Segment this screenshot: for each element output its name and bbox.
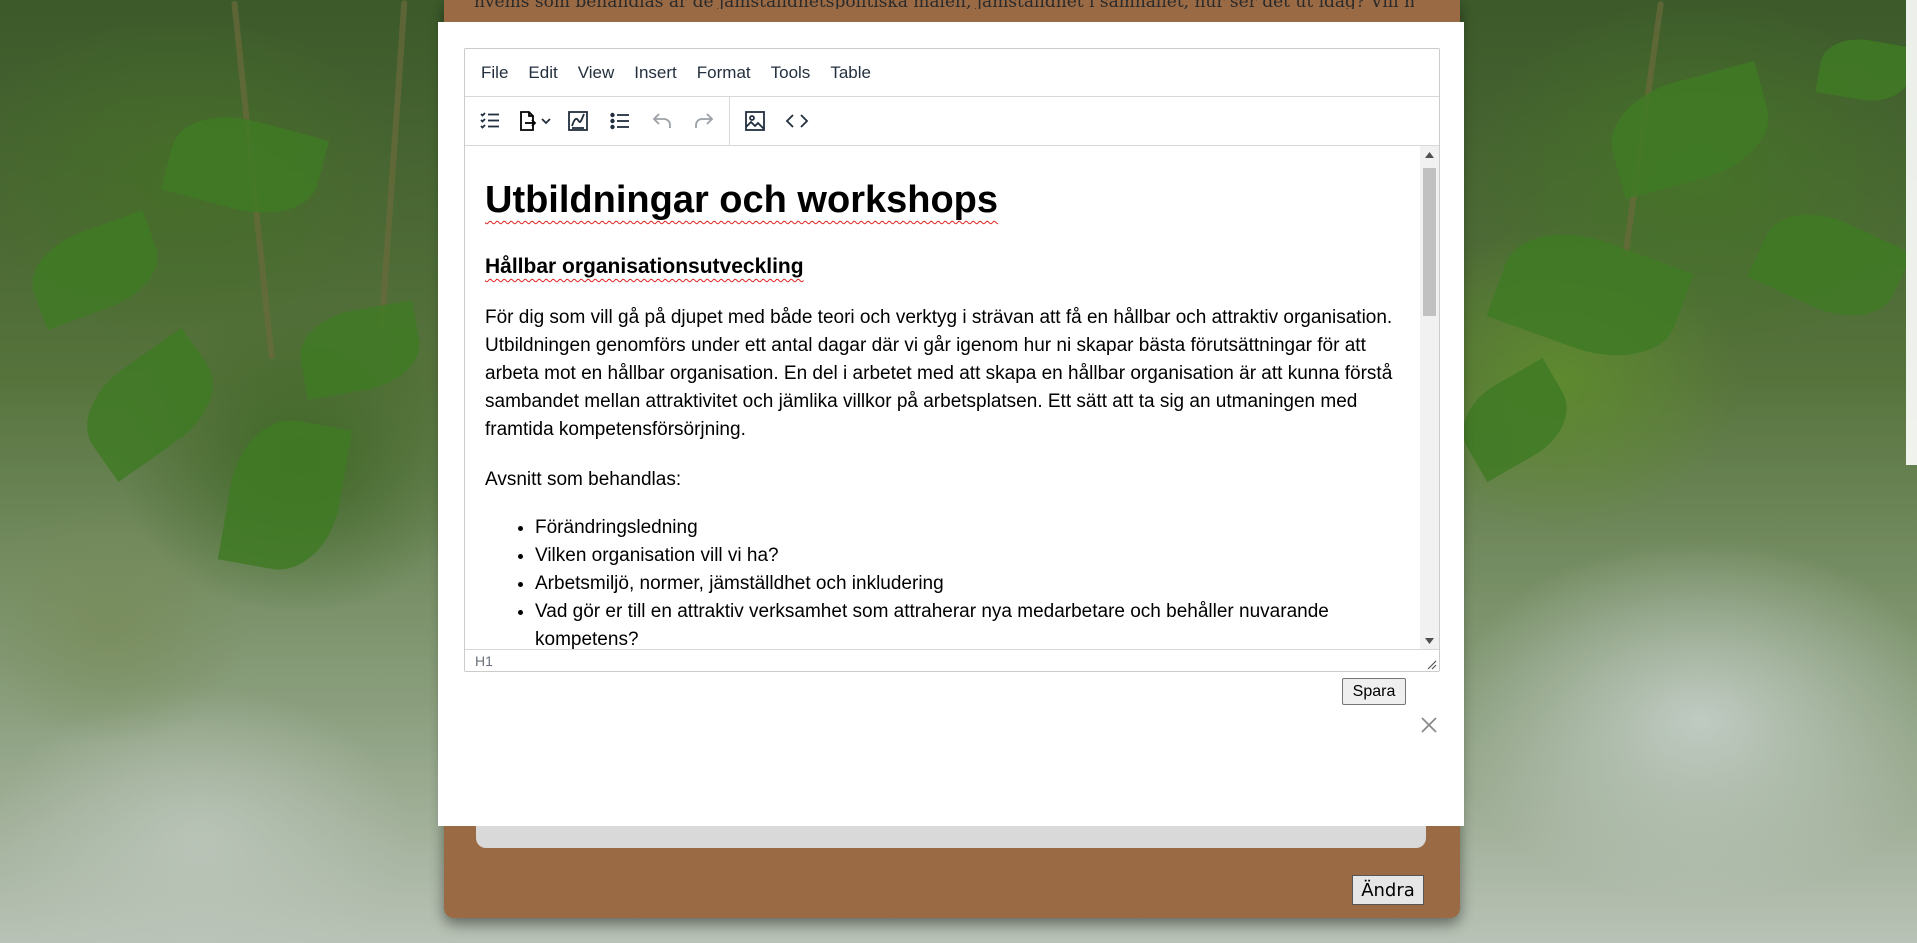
card-text: hvems som behandlas är de jämställdhetsp…	[474, 0, 1414, 9]
list-item: Arbetsmiljö, normer, jämställdhet och in…	[535, 570, 1400, 598]
undo-icon	[652, 113, 671, 128]
redo-icon	[695, 113, 714, 128]
editor-statusbar: H1	[465, 649, 1439, 672]
export-icon	[520, 111, 537, 131]
element-path[interactable]: H1	[475, 653, 493, 669]
editor-toolbar	[465, 97, 1439, 146]
list-item: Vad gör er till en attraktiv verksamhet …	[535, 598, 1400, 649]
resize-handle-icon[interactable]	[1425, 658, 1437, 670]
scroll-up-button[interactable]	[1420, 146, 1439, 163]
content-paragraph: För dig som vill gå på djupet med både t…	[485, 307, 1393, 440]
signature-icon	[568, 111, 588, 131]
menu-view[interactable]: View	[568, 57, 625, 89]
content-list: Förändringsledning Vilken organisation v…	[485, 514, 1400, 649]
menu-insert[interactable]: Insert	[624, 57, 687, 89]
checklist-button[interactable]	[473, 104, 507, 138]
bullet-list-icon	[610, 112, 629, 130]
menu-edit[interactable]: Edit	[518, 57, 567, 89]
chevron-down-icon	[541, 118, 551, 125]
save-button[interactable]: Spara	[1342, 678, 1406, 705]
edit-modal: File Edit View Insert Format Tools Table	[438, 22, 1464, 826]
andra-button[interactable]: Ändra	[1352, 875, 1424, 905]
export-button[interactable]	[515, 109, 553, 133]
rich-text-editor: File Edit View Insert Format Tools Table	[464, 48, 1440, 672]
redo-button[interactable]	[687, 104, 721, 138]
menu-format[interactable]: Format	[687, 57, 761, 89]
list-item: Förändringsledning	[535, 514, 1400, 542]
scroll-thumb[interactable]	[1423, 168, 1436, 316]
close-icon[interactable]	[1418, 714, 1440, 736]
undo-button[interactable]	[645, 104, 679, 138]
insert-image-button[interactable]	[738, 104, 772, 138]
content-heading: Utbildningar och workshops	[485, 179, 999, 221]
menu-table[interactable]: Table	[820, 57, 881, 89]
code-icon	[785, 114, 809, 128]
content-paragraph: Avsnitt som behandlas:	[485, 469, 682, 490]
content-subheading: Hållbar organisationsutveckling	[485, 255, 804, 278]
image-icon	[745, 111, 765, 131]
list-item: Vilken organisation vill vi ha?	[535, 542, 1400, 570]
arrow-up-icon	[1425, 151, 1434, 158]
editor-scrollbar[interactable]	[1420, 146, 1439, 649]
menu-tools[interactable]: Tools	[761, 57, 821, 89]
source-code-button[interactable]	[780, 104, 814, 138]
bullet-list-button[interactable]	[603, 104, 637, 138]
toolbar-divider	[729, 97, 730, 145]
signature-button[interactable]	[561, 104, 595, 138]
editor-menubar: File Edit View Insert Format Tools Table	[465, 49, 1439, 97]
checklist-icon	[480, 112, 499, 129]
arrow-down-icon	[1425, 637, 1434, 644]
page-scrollbar[interactable]	[1906, 0, 1917, 465]
menu-file[interactable]: File	[471, 57, 518, 89]
scroll-down-button[interactable]	[1420, 632, 1439, 649]
editor-content[interactable]: Utbildningar och workshops Hållbar organ…	[465, 146, 1420, 649]
